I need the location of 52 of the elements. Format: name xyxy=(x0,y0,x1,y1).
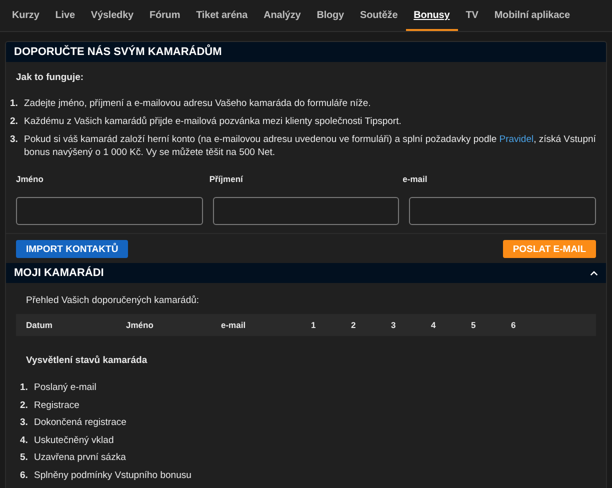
column-header: e-mail xyxy=(221,320,246,330)
column-header: 4 xyxy=(431,320,436,330)
legend-text: Poslaný e-mail xyxy=(34,381,96,394)
legend-number: 5. xyxy=(20,451,29,464)
subtitle: Jak to funguje: xyxy=(15,71,85,83)
nav-tab[interactable]: Blogy xyxy=(308,0,352,31)
step-number: 3. xyxy=(10,133,19,147)
nav-tab[interactable]: Kurzy xyxy=(4,0,48,31)
section-title: DOPORUČTE NÁS SVÝM KAMARÁDŮM xyxy=(14,46,222,58)
overview-text: Přehled Vašich doporučených kamarádů: xyxy=(25,294,200,308)
column-header: 5 xyxy=(471,320,476,330)
column-header: 6 xyxy=(511,320,516,330)
rules-link[interactable]: Pravidel xyxy=(499,134,534,145)
legend-text: Uskutečněný vklad xyxy=(34,434,114,446)
legend-number: 6. xyxy=(20,468,29,482)
step-text: Pokud si váš kamarád založí herní konto (na e-mailovou adresu uvedenou ve formuláři) a splní požadavky podle Pravidel, získá Vstupní bonus navýšený o 1 000 Kč. Vy se můžete těšit na 500 Net. xyxy=(24,133,597,159)
legend-number: 2. xyxy=(20,398,29,412)
field-label: e-mail xyxy=(402,174,428,184)
column-header: Datum xyxy=(26,320,52,330)
section-title: MOJI KAMARÁDI xyxy=(14,267,104,279)
step-text: Každému z Vašich kamarádů přijde e-mailová pozvánka mezi klienty společnosti Tipsport. xyxy=(24,115,402,128)
nav-tab[interactable]: Soutěže xyxy=(352,0,406,31)
legend-text: Uzavřena první sázka xyxy=(34,451,126,464)
input-field[interactable] xyxy=(409,197,596,225)
nav-tab[interactable]: Fórum xyxy=(142,0,188,31)
input-field[interactable] xyxy=(212,197,400,225)
nav-tab[interactable]: Analýzy xyxy=(256,0,309,31)
column-header: Jméno xyxy=(126,320,154,330)
nav-tab[interactable]: Mobilní aplikace xyxy=(486,0,578,31)
column-header: 1 xyxy=(311,320,316,330)
legend-title: Vysvětlení stavů kamaráda xyxy=(25,354,148,366)
legend-number: 4. xyxy=(20,434,29,446)
nav-tab[interactable]: Bonusy xyxy=(406,0,458,31)
step-text: Zadejte jméno, příjmení a e-mailovou adresu Vašeho kamaráda do formuláře níže. xyxy=(24,97,372,110)
import-contacts-button[interactable]: IMPORT KONTAKTŮ xyxy=(16,240,128,258)
legend-number: 1. xyxy=(20,381,29,394)
nav-tab[interactable]: Tiket aréna xyxy=(188,0,256,31)
collapse-icon[interactable] xyxy=(590,270,598,276)
step-number: 1. xyxy=(10,97,19,110)
column-header: 2 xyxy=(351,320,356,330)
nav-tab[interactable]: Výsledky xyxy=(82,0,142,31)
column-header: 3 xyxy=(391,320,396,330)
nav-tab[interactable]: TV xyxy=(458,0,486,31)
legend-number: 3. xyxy=(20,416,29,429)
legend-text: Splněny podmínky Vstupního bonusu xyxy=(34,468,192,482)
field-label: Příjmení xyxy=(209,174,243,184)
input-field[interactable] xyxy=(16,197,203,225)
nav-tab[interactable]: Live xyxy=(47,0,83,31)
field-label: Jméno xyxy=(16,174,44,184)
legend-text: Dokončená registrace xyxy=(34,416,126,429)
legend-text: Registrace xyxy=(34,398,80,412)
step-number: 2. xyxy=(10,115,19,128)
